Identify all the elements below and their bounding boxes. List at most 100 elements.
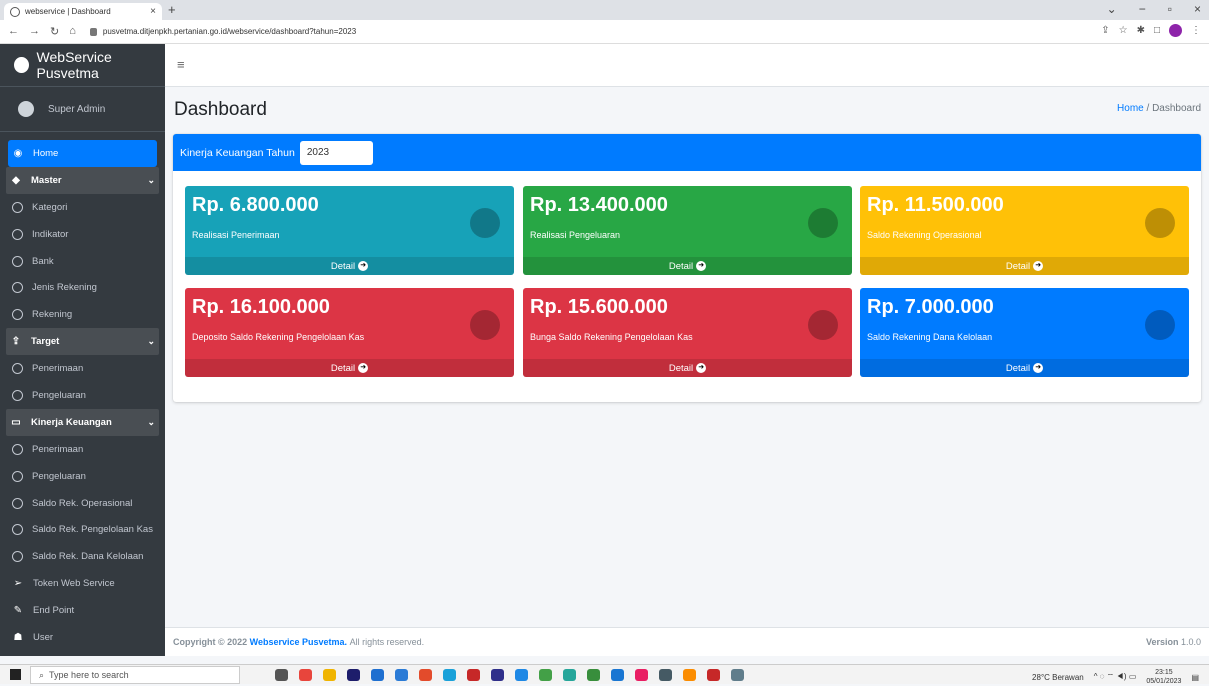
- hamburger-menu-icon[interactable]: ≡: [177, 57, 185, 72]
- clock[interactable]: 23:15 05/01/2023: [1146, 668, 1181, 686]
- tab-search-icon[interactable]: ⌄: [1107, 2, 1117, 16]
- forward-icon[interactable]: →: [29, 25, 40, 38]
- brand-name: WebService Pusvetma: [36, 49, 112, 81]
- app-icon[interactable]: [539, 669, 552, 681]
- sidebar-item-indikator[interactable]: Indikator: [8, 221, 157, 248]
- notification-icon[interactable]: ▤: [1191, 673, 1199, 682]
- sidebar-item-label: Indikator: [32, 228, 69, 240]
- box-value: Rp. 6.800.000: [192, 194, 319, 216]
- restore-icon[interactable]: ▫: [1168, 2, 1172, 16]
- sidebar-item-label: Saldo Rek. Pengelolaan Kas: [32, 524, 153, 536]
- breadcrumb-current: Dashboard: [1152, 103, 1201, 114]
- sidebar-item-kinerja-keuangan[interactable]: ▭ Kinerja Keuangan ⌄: [6, 408, 159, 436]
- menu-dots-icon[interactable]: ⋮: [1191, 25, 1201, 36]
- filezilla-icon[interactable]: [707, 669, 720, 681]
- app-icon[interactable]: [467, 669, 480, 681]
- task-view-icon[interactable]: [275, 669, 288, 681]
- reload-icon[interactable]: ↻: [50, 25, 59, 38]
- arrow-circle-right-icon: ➜: [1033, 261, 1044, 271]
- year-select[interactable]: 2023: [299, 140, 373, 165]
- detail-link[interactable]: Detail ➜: [185, 359, 514, 377]
- back-icon[interactable]: ←: [8, 25, 19, 38]
- app-icon[interactable]: [347, 669, 360, 681]
- favicon-icon: [10, 6, 20, 17]
- close-tab-icon[interactable]: ×: [150, 6, 156, 17]
- sidebar-item-kategori[interactable]: Kategori: [8, 194, 157, 221]
- url-field[interactable]: pusvetma.ditjenpkh.pertanian.go.id/webse…: [89, 23, 356, 41]
- year-value: 2023: [306, 147, 330, 158]
- sidebar-item-rekening[interactable]: Rekening: [8, 301, 157, 328]
- sidebar-item-user[interactable]: ☗ User: [8, 624, 157, 651]
- detail-link[interactable]: Detail ➜: [185, 257, 514, 275]
- detail-link[interactable]: Detail ➜: [523, 257, 852, 275]
- detail-link[interactable]: Detail ➜: [860, 257, 1189, 275]
- app-icon[interactable]: [419, 669, 432, 681]
- profile-avatar[interactable]: [1169, 24, 1182, 37]
- breadcrumb-home-link[interactable]: Home: [1117, 103, 1144, 114]
- app-icon[interactable]: [587, 669, 600, 681]
- vscode-icon[interactable]: [395, 669, 408, 681]
- edge-icon[interactable]: [443, 669, 456, 681]
- sidebar-item-token-web-service[interactable]: ➢ Token Web Service: [8, 570, 157, 597]
- star-icon[interactable]: ☆: [1119, 25, 1128, 36]
- top-navbar: ≡: [165, 44, 1209, 87]
- sidebar-item-target[interactable]: ⇪ Target ⌄: [6, 328, 159, 356]
- info-box: Rp. 7.000.000 Saldo Rekening Dana Kelolaa…: [860, 288, 1189, 377]
- app-icon[interactable]: [659, 669, 672, 681]
- chrome-icon[interactable]: [299, 669, 312, 681]
- weather-widget[interactable]: 28°C Berawan: [1032, 673, 1084, 682]
- brand-link[interactable]: WebService Pusvetma: [0, 44, 165, 87]
- app-icon[interactable]: [563, 669, 576, 681]
- app-icon[interactable]: [635, 669, 648, 681]
- avatar: [18, 101, 34, 117]
- search-icon: ⌕: [39, 669, 50, 680]
- windows-start-icon[interactable]: [10, 669, 21, 680]
- minimize-icon[interactable]: −: [1139, 2, 1146, 16]
- app-icon[interactable]: [515, 669, 528, 681]
- sidebar-item-pengeluaran[interactable]: Pengeluaran: [8, 463, 157, 490]
- address-bar: ← → ↻ ⌂ pusvetma.ditjenpkh.pertanian.go.…: [0, 20, 1209, 44]
- taskbar-search[interactable]: ⌕ Type here to search: [30, 666, 240, 684]
- user-panel[interactable]: Super Admin: [0, 87, 165, 132]
- sidebar-item-saldo-rek-dana-kelolaan[interactable]: Saldo Rek. Dana Kelolaan: [8, 543, 157, 570]
- arrow-circle-right-icon: ➜: [696, 261, 707, 271]
- sidebar-item-pengeluaran[interactable]: Pengeluaran: [8, 382, 157, 409]
- sidebar-item-jenis-rekening[interactable]: Jenis Rekening: [8, 274, 157, 301]
- footer-link[interactable]: Webservice Pusvetma.: [250, 637, 347, 647]
- upload-icon: ⇪: [11, 336, 21, 348]
- info-box: Rp. 15.600.000 Bunga Saldo Rekening Penge…: [523, 288, 852, 377]
- sidebar-item-end-point[interactable]: ✎ End Point: [8, 597, 157, 624]
- detail-link[interactable]: Detail ➜: [860, 359, 1189, 377]
- circle-icon: [12, 228, 23, 240]
- mail-icon[interactable]: [371, 669, 384, 681]
- extensions-icon[interactable]: ✱: [1137, 25, 1145, 36]
- app-icon[interactable]: [731, 669, 744, 681]
- app-icon[interactable]: [611, 669, 624, 681]
- shopping-bag-icon: [470, 208, 500, 238]
- tray-icons[interactable]: ^ ◌ ⌔ ◀) ▭: [1094, 672, 1137, 682]
- sidebar-item-bank[interactable]: Bank: [8, 248, 157, 275]
- detail-label: Detail: [1005, 362, 1031, 374]
- share-icon[interactable]: ⇪: [1101, 25, 1109, 36]
- app-icon[interactable]: [683, 669, 696, 681]
- sidebar-item-label: Home: [33, 147, 59, 159]
- sidebar-item-master[interactable]: ◆ Master ⌄: [6, 166, 159, 194]
- close-window-icon[interactable]: ×: [1194, 2, 1201, 16]
- sidebar-item-penerimaan[interactable]: Penerimaan: [8, 355, 157, 382]
- search-placeholder: Type here to search: [49, 670, 129, 680]
- windows-taskbar: ⌕ Type here to search 28°C Berawan ^ ◌ ⌔…: [0, 664, 1209, 686]
- detail-link[interactable]: Detail ➜: [523, 359, 852, 377]
- sidebar-item-saldo-rek-operasional[interactable]: Saldo Rek. Operasional: [8, 490, 157, 517]
- sidebar-item-home[interactable]: ◉ Home: [8, 140, 157, 167]
- sidebar-item-penerimaan[interactable]: Penerimaan: [8, 436, 157, 463]
- sidebar-item-saldo-rek-pengelolaan-kas[interactable]: Saldo Rek. Pengelolaan Kas: [8, 516, 157, 543]
- sidepanel-icon[interactable]: □: [1154, 25, 1160, 36]
- premiere-icon[interactable]: [491, 669, 504, 681]
- box-value: Rp. 16.100.000: [192, 296, 330, 318]
- file-explorer-icon[interactable]: [323, 669, 336, 681]
- browser-tab[interactable]: webservice | Dashboard ×: [4, 3, 162, 20]
- clock-date: 05/01/2023: [1146, 678, 1182, 685]
- new-tab-icon[interactable]: +: [168, 2, 176, 17]
- home-icon[interactable]: ⌂: [69, 25, 76, 38]
- lock-icon[interactable]: [89, 27, 97, 36]
